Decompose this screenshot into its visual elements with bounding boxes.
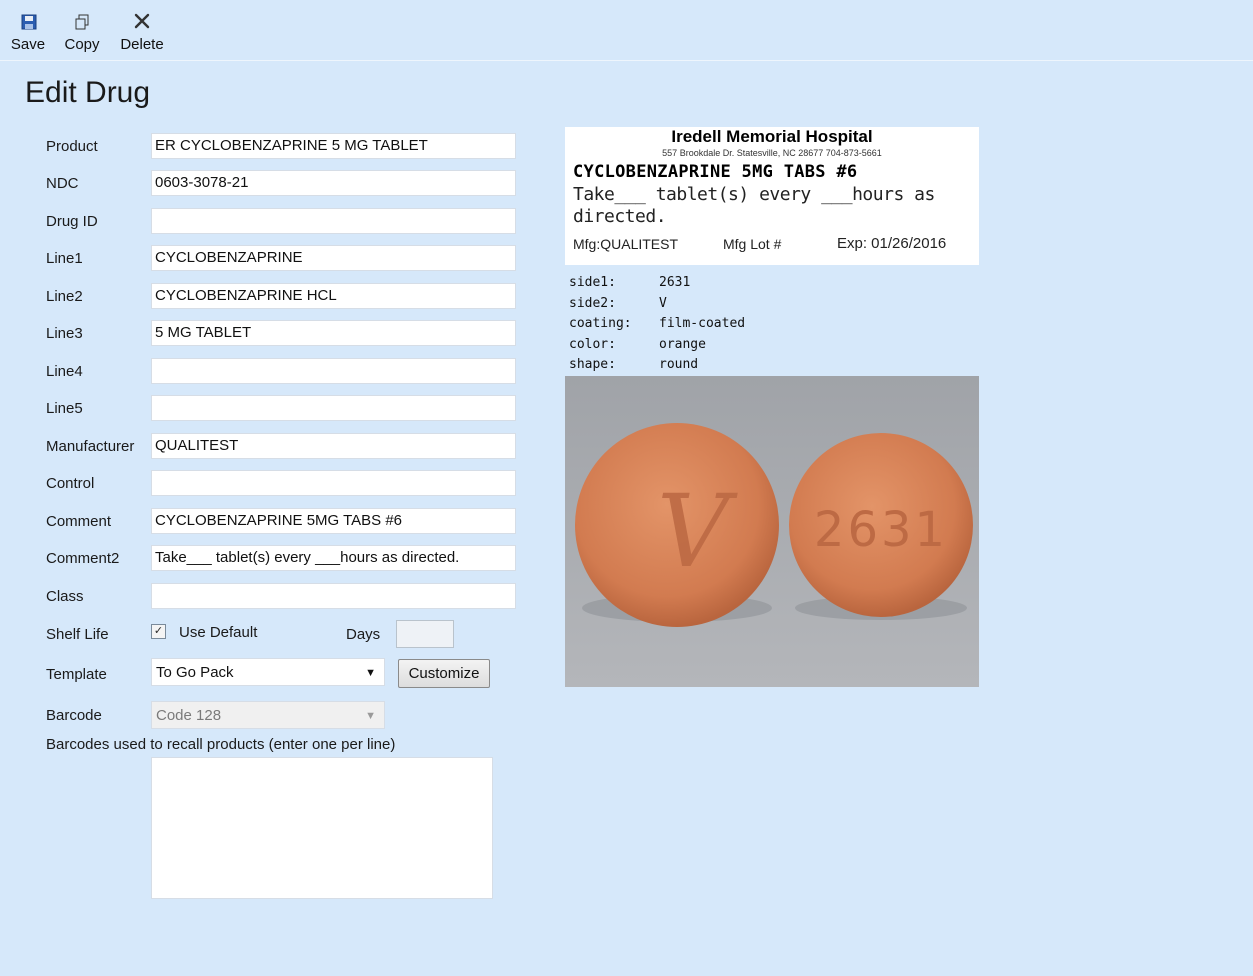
days-field[interactable] <box>396 620 454 648</box>
imprint-row-coating: coating: film-coated <box>569 316 746 331</box>
line4-field[interactable] <box>151 358 516 384</box>
template-dropdown[interactable]: To Go Pack ▼ <box>151 658 385 686</box>
line1-field[interactable]: CYCLOBENZAPRINE <box>151 245 516 271</box>
line5-field[interactable] <box>151 395 516 421</box>
imprint-row-color: color: orange <box>569 336 706 352</box>
page-title: Edit Drug <box>25 76 151 109</box>
barcode-label: Barcode <box>46 707 102 724</box>
ndc-label: NDC <box>46 175 79 192</box>
copy-icon <box>61 8 103 34</box>
copy-label: Copy <box>64 36 100 53</box>
x-icon <box>116 8 168 34</box>
control-label: Control <box>46 475 95 492</box>
comment-label: Comment <box>46 513 112 530</box>
chevron-down-icon: ▼ <box>365 667 376 679</box>
imprint-info: side1: 2631 side2: V coating: film-coated c… <box>569 273 745 376</box>
delete-button[interactable]: Delete <box>116 8 168 58</box>
comment2-label: Comment2 <box>46 550 120 567</box>
label-drug-line: CYCLOBENZAPRINE 5MG TABS #6 <box>573 162 858 182</box>
control-field[interactable] <box>151 470 516 496</box>
use-default-checkbox[interactable]: ✓ <box>151 624 166 639</box>
barcode-selected: Code 128 <box>156 707 222 724</box>
pill-photo-image: V 2631 <box>565 376 979 687</box>
days-label: Days <box>346 626 381 643</box>
imprint-row-side2: side2: V <box>569 295 667 311</box>
label-manufacturer: Mfg:QUALITEST <box>573 236 679 252</box>
label-lot: Mfg Lot # <box>723 236 782 252</box>
ndc-field[interactable]: 0603-3078-21 <box>151 170 516 196</box>
template-selected: To Go Pack <box>156 664 234 681</box>
label-expiration: Exp: 01/26/2016 <box>837 235 947 252</box>
label-address: 557 Brookdale Dr. Statesville, NC 28677 … <box>662 148 882 158</box>
imprint-row-shape: shape: round <box>569 357 699 372</box>
label-preview: Iredell Memorial Hospital 557 Brookdale … <box>565 127 979 265</box>
imprint-row-side1: side1: 2631 <box>569 275 691 290</box>
line5-label: Line5 <box>46 400 83 417</box>
chevron-down-icon: ▼ <box>365 710 376 722</box>
copy-button[interactable]: Copy <box>61 8 103 58</box>
barcodes-recall-textarea[interactable] <box>151 757 493 899</box>
drug-id-label: Drug ID <box>46 213 98 230</box>
shelf-life-label: Shelf Life <box>46 626 109 643</box>
line3-label: Line3 <box>46 325 83 342</box>
line3-field[interactable]: 5 MG TABLET <box>151 320 516 346</box>
comment-field[interactable]: CYCLOBENZAPRINE 5MG TABS #6 <box>151 508 516 534</box>
manufacturer-label: Manufacturer <box>46 438 135 455</box>
line2-field[interactable]: CYCLOBENZAPRINE HCL <box>151 283 516 309</box>
template-label: Template <box>46 666 107 683</box>
customize-button[interactable]: Customize <box>398 659 490 688</box>
manufacturer-field[interactable]: QUALITEST <box>151 433 516 459</box>
line1-label: Line1 <box>46 250 83 267</box>
class-field[interactable] <box>151 583 516 609</box>
pill-right-imprint: 2631 <box>814 502 948 558</box>
save-button[interactable]: Save <box>9 8 47 58</box>
product-label: Product <box>46 138 98 155</box>
use-default-label[interactable]: Use Default <box>179 624 257 641</box>
barcodes-recall-label: Barcodes used to recall products (enter … <box>46 736 396 753</box>
label-hospital-name: Iredell Memorial Hospital <box>671 127 873 146</box>
pill-photo: V 2631 <box>565 376 979 687</box>
product-field[interactable]: ER CYCLOBENZAPRINE 5 MG TABLET <box>151 133 516 159</box>
label-instructions: Take___ tablet(s) every ___hours as dire… <box>573 184 935 227</box>
drug-id-field[interactable] <box>151 208 516 234</box>
save-label: Save <box>10 36 46 53</box>
delete-label: Delete <box>120 36 164 53</box>
floppy-disk-icon <box>9 8 47 34</box>
toolbar: Save Copy Delete <box>0 0 1253 61</box>
barcode-dropdown[interactable]: Code 128 ▼ <box>151 701 385 729</box>
pill-left-imprint: V <box>657 473 738 590</box>
line2-label: Line2 <box>46 288 83 305</box>
line4-label: Line4 <box>46 363 83 380</box>
comment2-field[interactable]: Take___ tablet(s) every ___hours as dire… <box>151 545 516 571</box>
class-label: Class <box>46 588 84 605</box>
